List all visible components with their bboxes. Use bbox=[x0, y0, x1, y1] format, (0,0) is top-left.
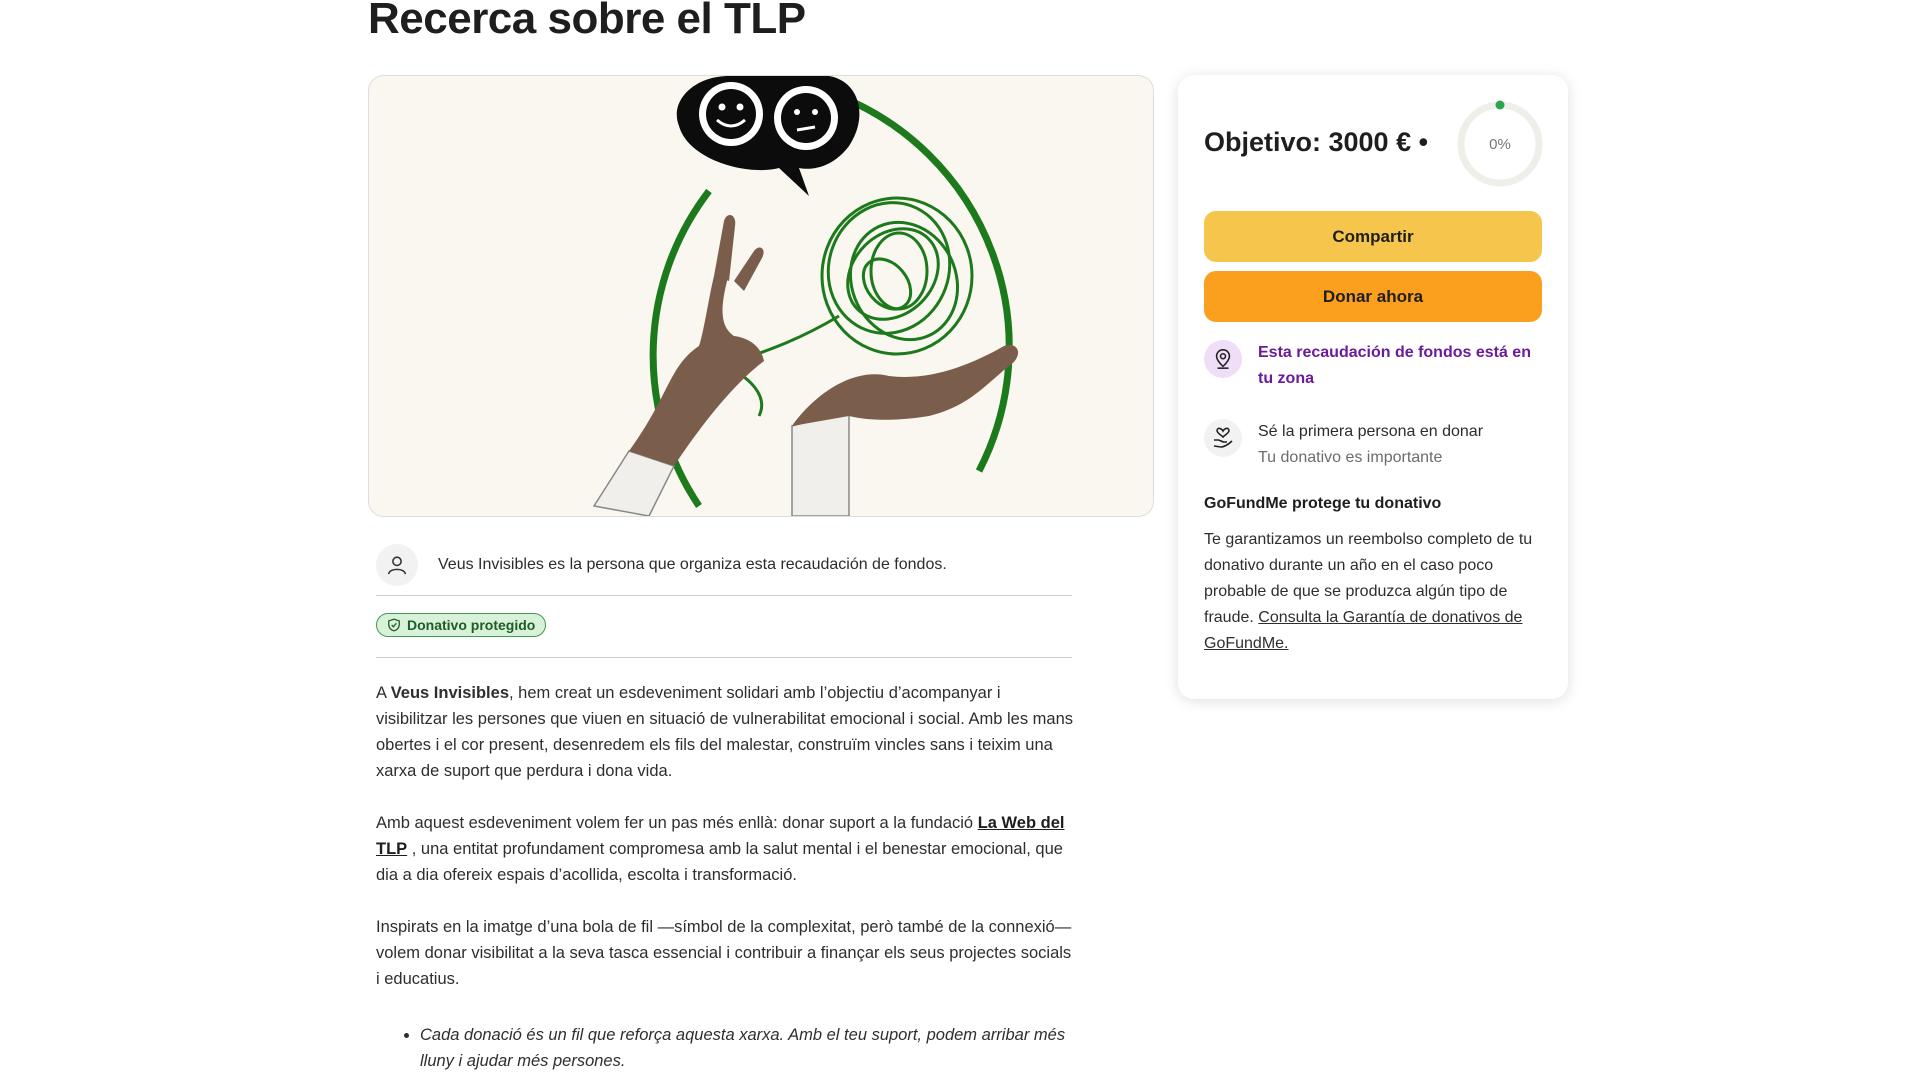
organizer-row: Veus Invisibles es la persona que organi… bbox=[376, 535, 1072, 595]
first-donor-text: Sé la primera persona en donar Tu donati… bbox=[1258, 419, 1483, 471]
shield-icon bbox=[388, 618, 400, 632]
first-donor-title: Sé la primera persona en donar bbox=[1258, 423, 1484, 440]
local-fundraiser-row: Esta recaudación de fondos está en tu zo… bbox=[1204, 340, 1544, 392]
location-pin-icon bbox=[1215, 349, 1231, 369]
organizer-text: Veus Invisibles es la persona que organi… bbox=[438, 556, 947, 573]
story-text-fragment: , una entitat profundament compromesa am… bbox=[376, 840, 1063, 884]
heart-hand-icon-wrap bbox=[1204, 419, 1242, 457]
progress-label: 0% bbox=[1489, 135, 1511, 153]
location-icon-wrap bbox=[1204, 340, 1242, 378]
story-paragraph: A Veus Invisibles, hem creat un esdeveni… bbox=[376, 680, 1076, 784]
donation-sidebar: Objetivo: 3000 € • 0% Compartir Donar ah… bbox=[1178, 75, 1568, 699]
protected-donation-badge: Donativo protegido bbox=[376, 613, 547, 637]
guarantee-title: GoFundMe protege tu donativo bbox=[1204, 495, 1442, 512]
story-paragraph: Amb aquest esdeveniment volem fer un pas… bbox=[376, 810, 1076, 888]
list-item: Cada donació és un fil que reforça aques… bbox=[420, 1022, 1076, 1074]
goal-amount: Objetivo: 3000 € • bbox=[1204, 127, 1429, 157]
campaign-image bbox=[368, 75, 1154, 517]
progress-ring: 0% bbox=[1455, 99, 1545, 189]
share-button[interactable]: Compartir bbox=[1204, 211, 1542, 262]
divider bbox=[376, 595, 1072, 596]
divider bbox=[376, 657, 1072, 658]
badge-label: Donativo protegido bbox=[407, 617, 536, 633]
heart-hand-icon bbox=[1213, 427, 1233, 448]
story-list: Cada donació és un fil que reforça aques… bbox=[376, 1022, 1076, 1074]
story-paragraph: Inspirats en la imatge d’una bola de fil… bbox=[376, 918, 1072, 988]
first-donor-row: Sé la primera persona en donar Tu donati… bbox=[1204, 419, 1544, 471]
first-donor-subtitle: Tu donativo es importante bbox=[1258, 449, 1443, 466]
story-text-fragment: A bbox=[376, 684, 391, 702]
organizer-name: Veus Invisibles bbox=[390, 684, 509, 702]
guarantee-text: Te garantizamos un reembolso completo de… bbox=[1204, 527, 1546, 657]
user-icon bbox=[387, 556, 407, 575]
story-text: A Veus Invisibles, hem creat un esdeveni… bbox=[376, 680, 1076, 1074]
avatar bbox=[376, 544, 418, 586]
story-text-fragment: Amb aquest esdeveniment volem fer un pas… bbox=[376, 814, 978, 832]
page-title: Recerca sobre el TLP bbox=[368, 0, 806, 43]
donate-button[interactable]: Donar ahora bbox=[1204, 271, 1542, 322]
campaign-illustration bbox=[369, 76, 1153, 516]
local-fundraiser-text: Esta recaudación de fondos está en tu zo… bbox=[1258, 344, 1531, 387]
